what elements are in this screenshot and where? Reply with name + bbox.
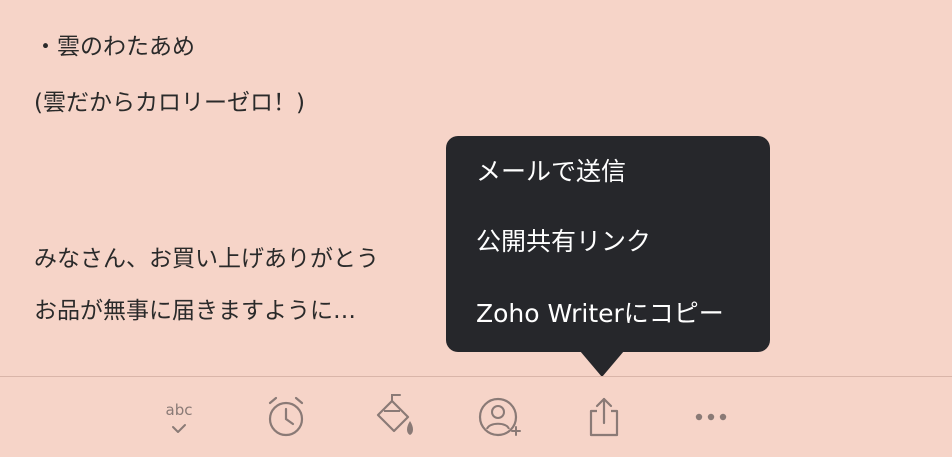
- more-icon: [695, 413, 727, 421]
- share-menu: メールで送信 公開共有リンク Zoho Writerにコピー: [446, 136, 770, 352]
- add-user-icon: [478, 397, 521, 437]
- share-button[interactable]: [578, 391, 630, 443]
- spellcheck-label: abc: [165, 401, 193, 419]
- note-line: みなさん、お買い上げありがとう: [34, 246, 379, 272]
- note-line: お品が無事に届きますように…: [34, 298, 356, 324]
- note-line: ・雲のわたあめ: [34, 34, 195, 60]
- spellcheck-icon: [172, 424, 186, 433]
- share-with-user-button[interactable]: [474, 391, 526, 443]
- send-email-menu-item[interactable]: メールで送信: [476, 152, 626, 192]
- paint-bucket-icon: [376, 394, 413, 435]
- alarm-clock-icon: [268, 396, 304, 437]
- share-icon: [589, 397, 619, 437]
- note-color-button[interactable]: [368, 391, 420, 443]
- public-share-link-menu-item[interactable]: 公開共有リンク: [476, 222, 651, 262]
- more-button[interactable]: [685, 391, 737, 443]
- copy-to-zoho-writer-menu-item[interactable]: Zoho Writerにコピー: [476, 294, 724, 334]
- bottom-toolbar: abc: [0, 376, 952, 457]
- spellcheck-button[interactable]: abc: [153, 391, 205, 443]
- note-line: (雲だからカロリーゼロ！): [34, 90, 305, 116]
- share-menu-pointer: [580, 351, 624, 377]
- reminder-button[interactable]: [260, 391, 312, 443]
